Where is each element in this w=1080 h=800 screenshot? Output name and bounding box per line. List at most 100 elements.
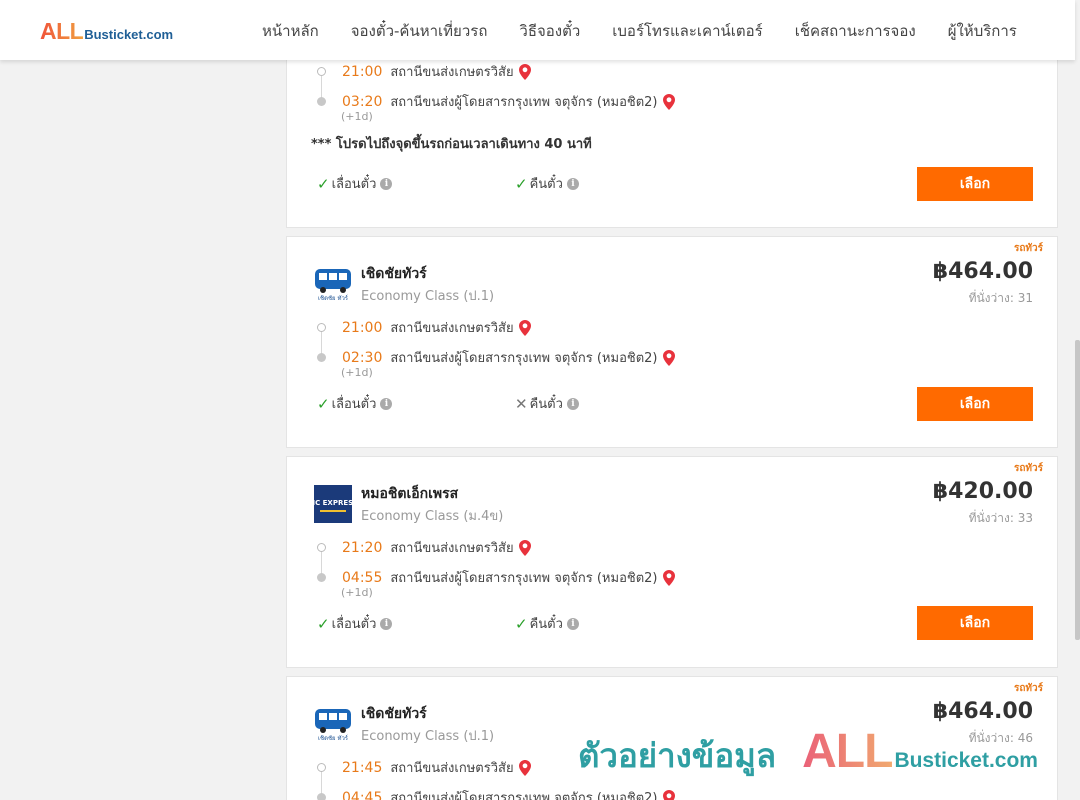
ticket-price: ฿464.00 xyxy=(932,259,1033,284)
info-icon[interactable]: i xyxy=(566,397,579,410)
map-pin-icon[interactable] xyxy=(662,789,675,800)
check-icon: ✓ xyxy=(317,614,330,633)
nav-book-search[interactable]: จองตั๋ว-ค้นหาเที่ยวรถ xyxy=(351,19,488,43)
depart-stop: 21:00 สถานีขนส่งเกษตรวิสัย xyxy=(317,317,531,338)
map-pin-icon[interactable] xyxy=(518,319,531,336)
arrive-dot xyxy=(317,573,326,582)
select-button[interactable]: เลือก xyxy=(917,606,1033,640)
map-pin-icon[interactable] xyxy=(662,349,675,366)
depart-dot xyxy=(317,323,326,332)
nav-phone-counters[interactable]: เบอร์โทรและเคาน์เตอร์ xyxy=(612,19,762,43)
depart-stop: 21:20 สถานีขนส่งเกษตรวิสัย xyxy=(317,537,531,558)
arrive-dot xyxy=(317,97,326,106)
refund-option: ✕ คืนตั๋ว i xyxy=(515,393,579,414)
reschedule-option: ✓ เลื่อนตั๋ว i xyxy=(317,173,393,194)
arrive-station: สถานีขนส่งผู้โดยสารกรุงเทพ จตุจักร (หมอช… xyxy=(390,571,658,586)
arrive-dot xyxy=(317,793,326,800)
arrive-station: สถานีขนส่งผู้โดยสารกรุงเทพ จตุจักร (หมอช… xyxy=(390,791,658,800)
map-pin-icon[interactable] xyxy=(662,569,675,586)
ticket-price: ฿464.00 xyxy=(932,699,1033,724)
arrive-time: 04:45 xyxy=(342,789,383,800)
trip-card: รถทัวร์ เชิดชัย ทัวร์ เชิดชัยทัวร์ Econo… xyxy=(286,236,1058,448)
info-icon[interactable]: i xyxy=(566,617,579,630)
check-icon: ✓ xyxy=(515,614,528,633)
depart-dot xyxy=(317,67,326,76)
select-button[interactable]: เลือก xyxy=(917,167,1033,201)
depart-stop: 21:45 สถานีขนส่งเกษตรวิสัย xyxy=(317,757,531,778)
nav-check-booking[interactable]: เช็คสถานะการจอง xyxy=(795,19,916,43)
depart-stop: 21:00 สถานีขนส่งเกษตรวิสัย xyxy=(317,61,531,82)
arrive-dot xyxy=(317,353,326,362)
cherdchai-logo-icon: เชิดชัย ทัวร์ xyxy=(315,709,351,742)
arrive-time: 03:20 xyxy=(342,93,383,110)
seats-available: ที่นั่งว่าง: 33 xyxy=(968,511,1033,525)
depart-station: สถานีขนส่งเกษตรวิสัย xyxy=(390,541,514,556)
logo-domain: Busticket.com xyxy=(84,27,174,42)
arrive-time: 04:55 xyxy=(342,569,383,586)
map-pin-icon[interactable] xyxy=(518,63,531,80)
arrive-stop: 02:30 สถานีขนส่งผู้โดยสารกรุงเทพ จตุจักร… xyxy=(317,347,675,368)
select-button[interactable]: เลือก xyxy=(917,387,1033,421)
arrive-stop: 03:20 สถานีขนส่งผู้โดยสารกรุงเทพ จตุจักร… xyxy=(317,91,675,112)
info-icon[interactable]: i xyxy=(380,617,393,630)
refund-label: คืนตั๋ว xyxy=(529,397,563,412)
cherdchai-logo-text: เชิดชัย ทัวร์ xyxy=(318,734,349,742)
cherdchai-logo-text: เชิดชัย ทัวร์ xyxy=(318,294,349,302)
reschedule-option: ✓ เลื่อนตั๋ว i xyxy=(317,393,393,414)
sample-watermark: ตัวอย่างข้อมูล ALL Busticket.com xyxy=(578,724,1038,782)
check-icon: ✓ xyxy=(317,394,330,413)
page-scrollbar[interactable] xyxy=(1075,0,1080,800)
bus-class: Economy Class (ป.1) xyxy=(361,289,495,304)
operator-name: เชิดชัยทัวร์ xyxy=(361,706,427,722)
bus-class: Economy Class (ม.4ข) xyxy=(361,509,504,524)
main-nav: หน้าหลัก จองตั๋ว-ค้นหาเที่ยวรถ วิธีจองตั… xyxy=(262,19,1017,43)
map-pin-icon[interactable] xyxy=(662,93,675,110)
map-pin-icon[interactable] xyxy=(518,539,531,556)
operator-name: เชิดชัยทัวร์ xyxy=(361,266,427,282)
bus-type-badge: รถทัวร์ xyxy=(1013,243,1043,254)
watermark-all: ALL xyxy=(802,725,893,778)
reschedule-label: เลื่อนตั๋ว xyxy=(331,617,377,632)
next-day-label: (+1d) xyxy=(341,110,373,123)
trip-card: 21:00 สถานีขนส่งเกษตรวิสัย 03:20 สถานีขน… xyxy=(286,40,1058,228)
arrive-stop: 04:45 สถานีขนส่งผู้โดยสารกรุงเทพ จตุจักร… xyxy=(317,787,675,800)
mochit-logo-text: MC EXPRESS xyxy=(314,499,352,507)
next-day-label: (+1d) xyxy=(341,586,373,599)
nav-home[interactable]: หน้าหลัก xyxy=(262,19,319,43)
info-icon[interactable]: i xyxy=(380,397,393,410)
cherdchai-logo-icon: เชิดชัย ทัวร์ xyxy=(315,269,351,302)
nav-how-to-book[interactable]: วิธีจองตั๋ว xyxy=(519,19,580,43)
check-icon: ✓ xyxy=(515,174,528,193)
depart-time: 21:00 xyxy=(342,63,383,80)
depart-time: 21:00 xyxy=(342,319,383,336)
arrive-station: สถานีขนส่งผู้โดยสารกรุงเทพ จตุจักร (หมอช… xyxy=(390,351,658,366)
trip-card: รถทัวร์ MC EXPRESS หมอชิตเอ็กเพรส Econom… xyxy=(286,456,1058,668)
depart-dot xyxy=(317,543,326,552)
refund-option: ✓ คืนตั๋ว i xyxy=(515,613,579,634)
reschedule-label: เลื่อนตั๋ว xyxy=(331,397,377,412)
depart-station: สถานีขนส่งเกษตรวิสัย xyxy=(390,321,514,336)
arrive-stop: 04:55 สถานีขนส่งผู้โดยสารกรุงเทพ จตุจักร… xyxy=(317,567,675,588)
cross-icon: ✕ xyxy=(515,394,528,413)
scrollbar-thumb[interactable] xyxy=(1075,340,1080,640)
map-pin-icon[interactable] xyxy=(518,759,531,776)
depart-station: สถานีขนส่งเกษตรวิสัย xyxy=(390,65,514,80)
operator-name: หมอชิตเอ็กเพรส xyxy=(361,486,459,502)
mochit-express-logo-icon: MC EXPRESS xyxy=(314,485,352,523)
reschedule-option: ✓ เลื่อนตั๋ว i xyxy=(317,613,393,634)
site-logo[interactable]: ALL Busticket.com xyxy=(40,18,173,45)
ticket-price: ฿420.00 xyxy=(932,479,1033,504)
bus-class: Economy Class (ป.1) xyxy=(361,729,495,744)
depart-time: 21:20 xyxy=(342,539,383,556)
reschedule-label: เลื่อนตั๋ว xyxy=(331,177,377,192)
boarding-note: *** โปรดไปถึงจุดขึ้นรถก่อนเวลาเดินทาง 40… xyxy=(311,137,592,152)
nav-operators[interactable]: ผู้ให้บริการ xyxy=(948,19,1017,43)
site-header: ALL Busticket.com หน้าหลัก จองตั๋ว-ค้นหา… xyxy=(0,0,1075,60)
check-icon: ✓ xyxy=(317,174,330,193)
seats-available: ที่นั่งว่าง: 31 xyxy=(968,291,1033,305)
info-icon[interactable]: i xyxy=(566,177,579,190)
bus-type-badge: รถทัวร์ xyxy=(1013,683,1043,694)
refund-option: ✓ คืนตั๋ว i xyxy=(515,173,579,194)
info-icon[interactable]: i xyxy=(380,177,393,190)
watermark-text: ตัวอย่างข้อมูล xyxy=(578,736,777,775)
